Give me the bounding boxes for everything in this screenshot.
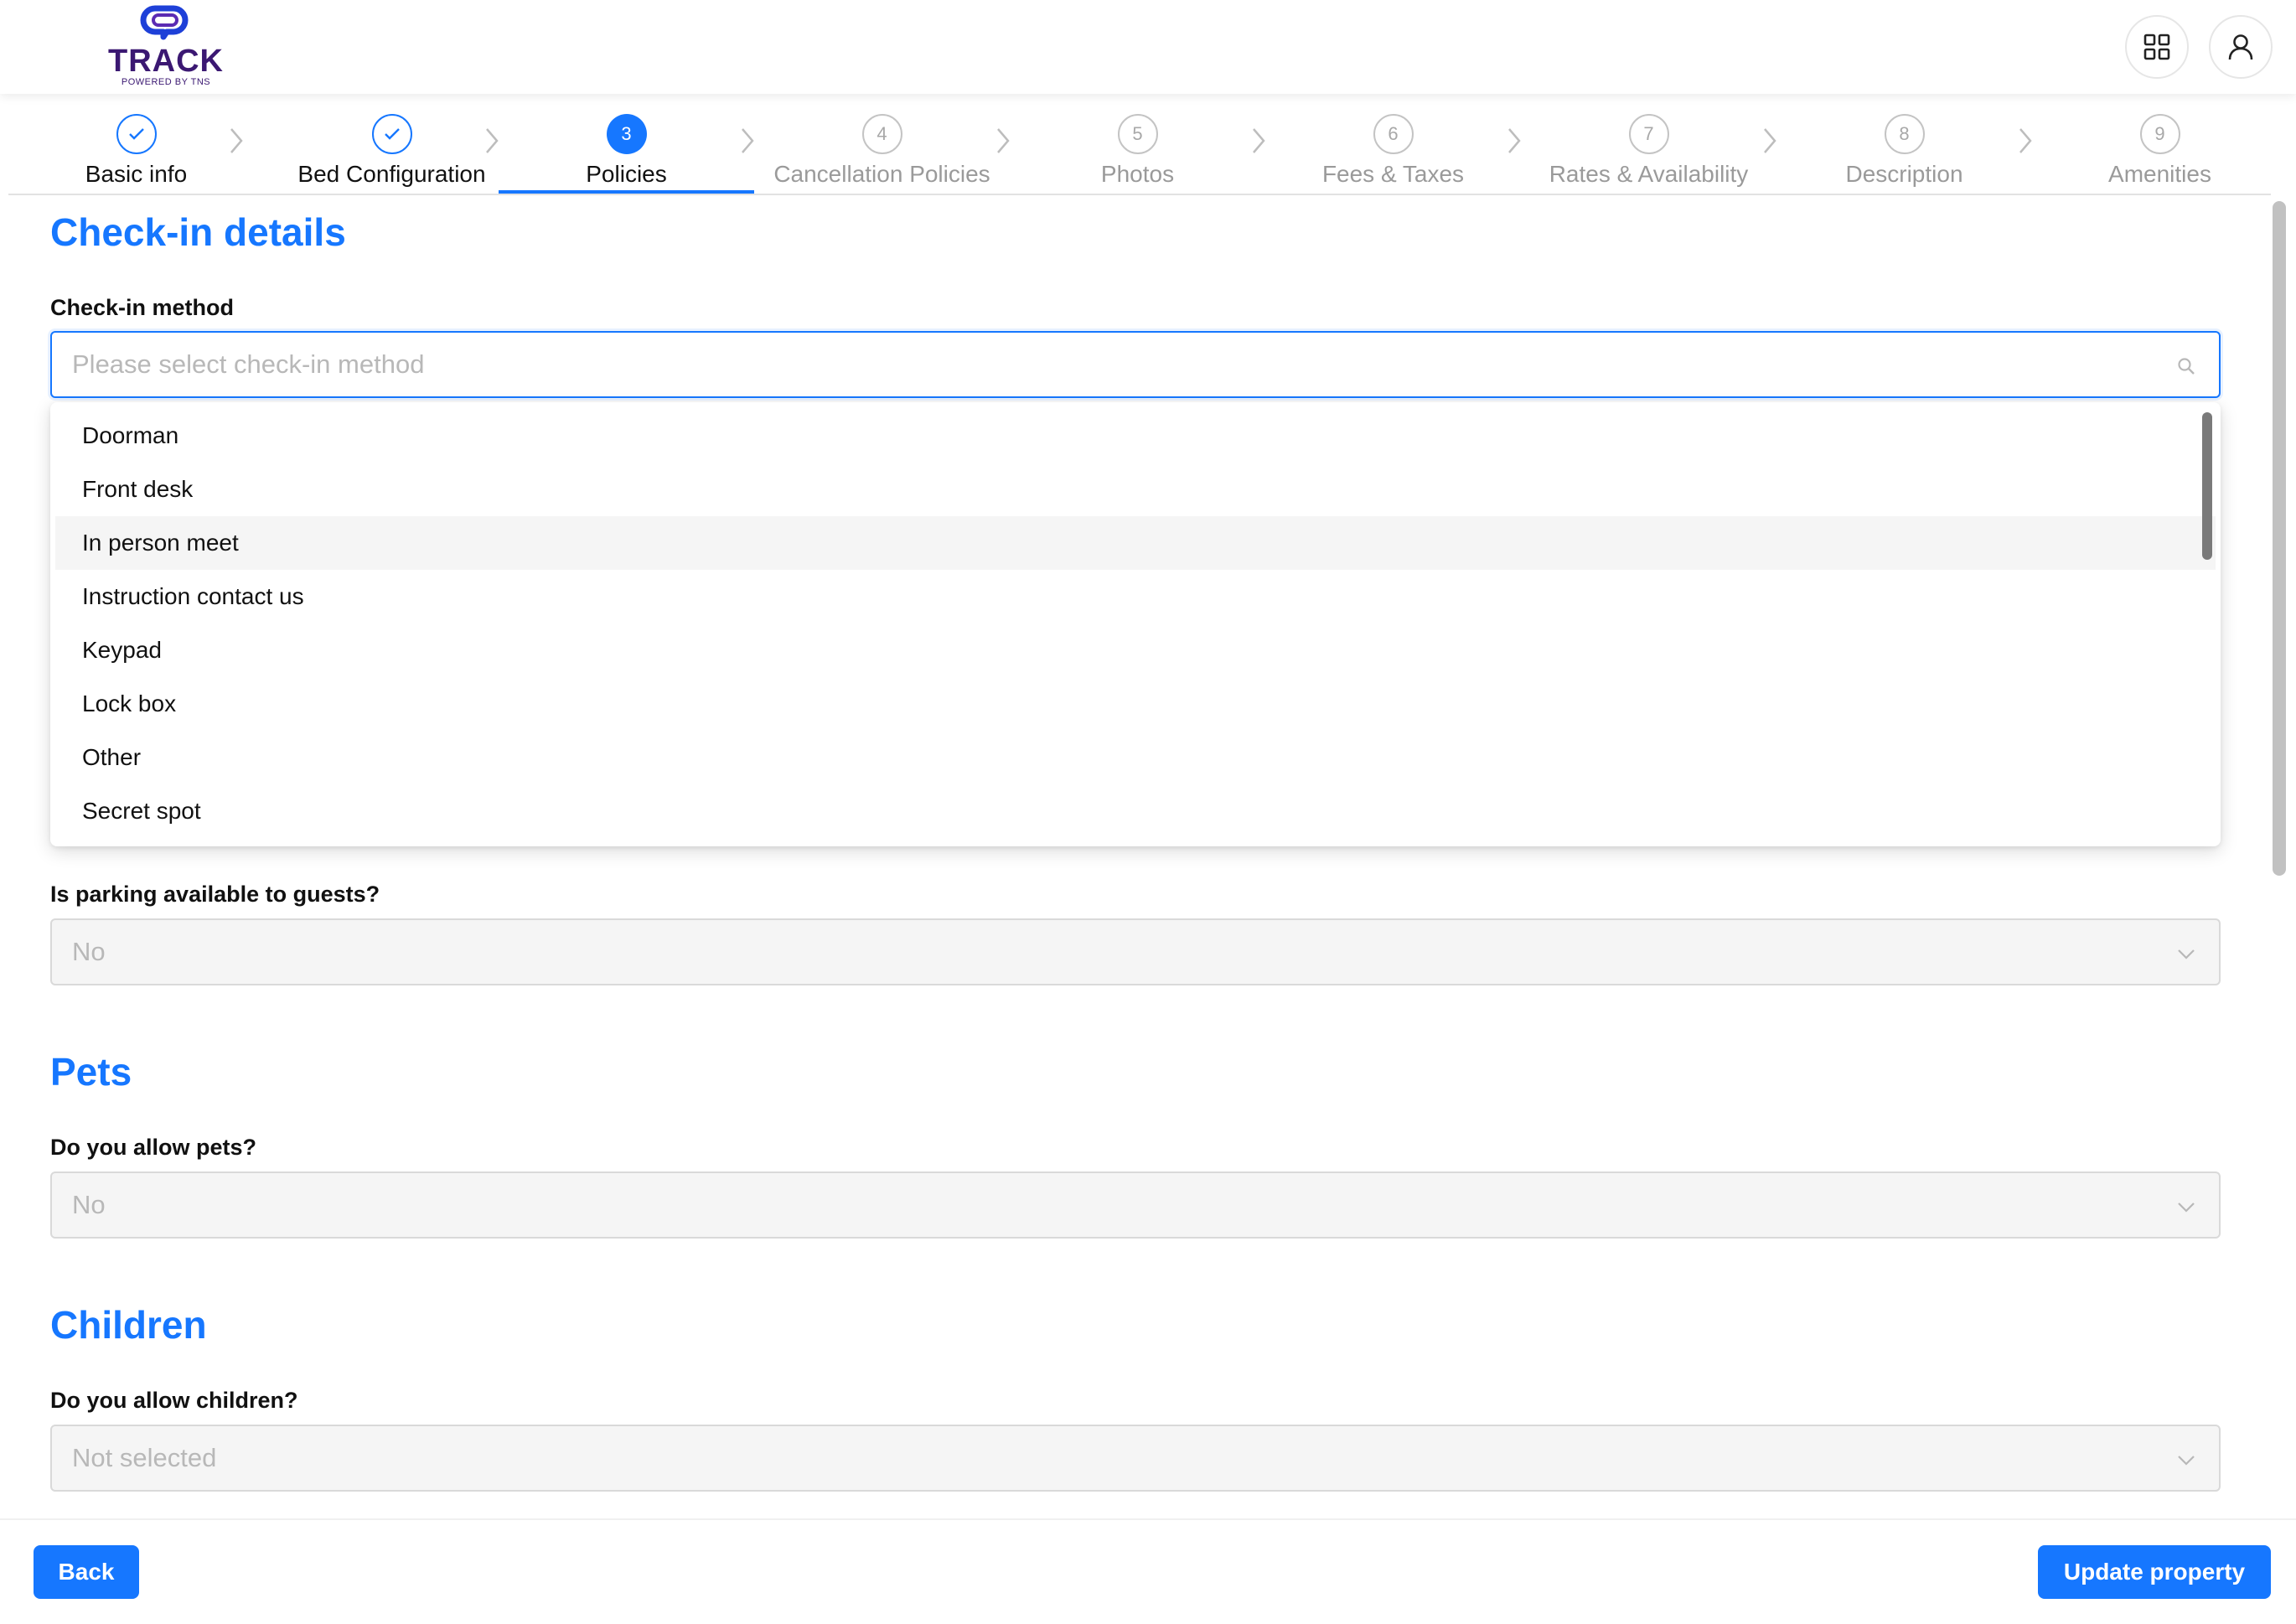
checkin-method-placeholder: Please select check-in method — [72, 349, 425, 379]
children-select[interactable]: Not selected — [50, 1425, 2221, 1492]
step-number: 6 — [1373, 114, 1414, 154]
step-chevron-icon — [225, 124, 248, 158]
dropdown-scrollbar[interactable] — [2202, 412, 2212, 560]
step-label: Policies — [586, 161, 667, 187]
step-label: Cancellation Policies — [773, 161, 990, 187]
grid-icon — [2143, 34, 2170, 60]
check-icon — [128, 128, 144, 140]
page-scrollbar[interactable] — [2273, 201, 2286, 876]
parking-label: Is parking available to guests? — [50, 882, 380, 907]
checkin-option-keypad[interactable]: Keypad — [55, 623, 2216, 677]
children-value: Not selected — [72, 1443, 217, 1472]
check-icon — [384, 128, 400, 140]
checkin-option-doorman[interactable]: Doorman — [55, 409, 2216, 463]
checkin-option-instruction-contact-us[interactable]: Instruction contact us — [55, 570, 2216, 623]
user-icon — [2228, 34, 2253, 60]
apps-button[interactable] — [2125, 15, 2189, 79]
form-footer: Back Update property — [0, 1518, 2296, 1624]
step-label: Basic info — [85, 161, 188, 187]
step-label: Amenities — [2108, 161, 2211, 187]
step-fees-taxes[interactable]: 6 Fees & Taxes — [1265, 101, 1521, 194]
step-label: Rates & Availability — [1549, 161, 1749, 187]
children-label: Do you allow children? — [50, 1388, 298, 1413]
step-description[interactable]: 8 Description — [1776, 101, 2032, 194]
chevron-down-icon — [2178, 1456, 2195, 1466]
logo-mark-icon — [140, 5, 189, 40]
step-rates-availability[interactable]: 7 Rates & Availability — [1521, 101, 1776, 194]
step-number: 4 — [861, 114, 902, 154]
brand-name: TRACK — [108, 44, 224, 79]
step-label: Fees & Taxes — [1321, 161, 1465, 187]
checkin-method-select[interactable]: Please select check-in method — [50, 331, 2221, 398]
checkin-option-other[interactable]: Other — [55, 731, 2216, 784]
checkin-method-label: Check-in method — [50, 295, 235, 320]
checkin-option-lock-box[interactable]: Lock box — [55, 677, 2216, 731]
checkin-option-front-desk[interactable]: Front desk — [55, 463, 2216, 516]
pets-label: Do you allow pets? — [50, 1135, 257, 1160]
progress-steps: Basic info Bed Configuration 3 Policies … — [8, 101, 2271, 194]
step-label: Bed Configuration — [297, 161, 486, 187]
checkin-section-title: Check-in details — [50, 210, 346, 254]
parking-value: No — [72, 937, 106, 966]
chevron-down-icon — [2178, 949, 2195, 959]
search-icon — [2178, 358, 2195, 375]
step-label: Photos — [1100, 161, 1175, 187]
step-number: 3 — [606, 114, 647, 154]
brand-tagline: POWERED BY TNS — [121, 77, 211, 87]
step-label: Description — [1845, 161, 1963, 187]
policies-form: Check-in details Check-in method Please … — [50, 194, 2221, 1518]
user-menu-button[interactable] — [2209, 15, 2273, 79]
parking-select[interactable]: No — [50, 918, 2221, 985]
step-number: 9 — [2139, 114, 2180, 154]
step-done-indicator — [116, 114, 157, 154]
top-header: TRACK POWERED BY TNS — [0, 0, 2296, 94]
step-cancellation-policies[interactable]: 4 Cancellation Policies — [754, 101, 1010, 194]
step-done-indicator — [371, 114, 412, 154]
step-number: 5 — [1117, 114, 1158, 154]
track-logo[interactable]: TRACK POWERED BY TNS — [107, 0, 225, 92]
step-number: 8 — [1884, 114, 1925, 154]
children-section-title: Children — [50, 1303, 207, 1347]
back-button[interactable]: Back — [34, 1545, 139, 1599]
chevron-down-icon — [2178, 1202, 2195, 1213]
pets-select[interactable]: No — [50, 1171, 2221, 1239]
checkin-option-in-person-meet[interactable]: In person meet — [55, 516, 2216, 570]
step-policies[interactable]: 3 Policies — [499, 101, 754, 194]
checkin-option-secret-spot[interactable]: Secret spot — [55, 784, 2216, 838]
pets-section-title: Pets — [50, 1050, 132, 1094]
checkin-method-dropdown: Doorman Front desk In person meet Instru… — [50, 402, 2221, 846]
step-photos[interactable]: 5 Photos — [1010, 101, 1265, 194]
step-number: 7 — [1628, 114, 1669, 154]
step-amenities[interactable]: 9 Amenities — [2032, 101, 2288, 194]
update-property-button[interactable]: Update property — [2038, 1545, 2271, 1599]
pets-value: No — [72, 1190, 106, 1219]
